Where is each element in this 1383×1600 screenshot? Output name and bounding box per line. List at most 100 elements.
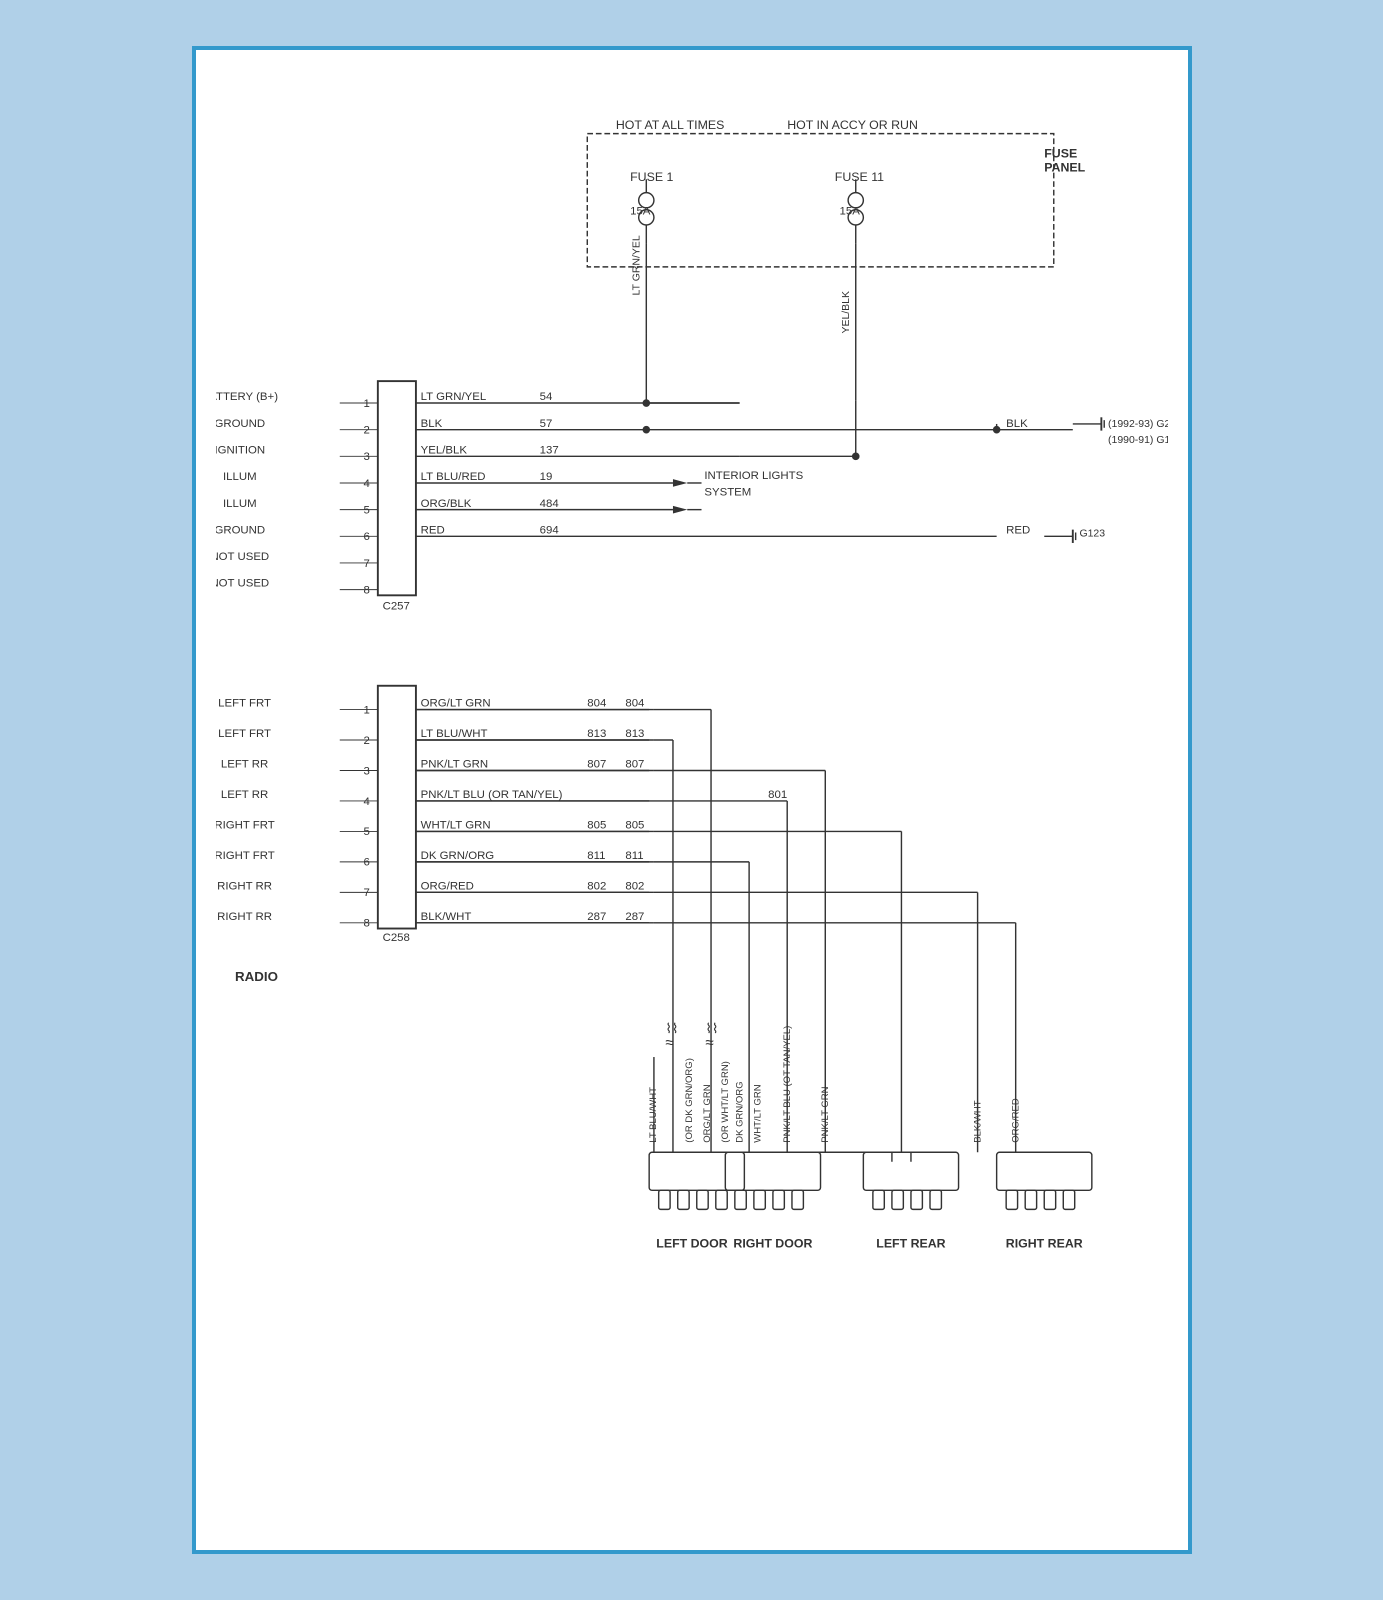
circuit-802: 802 <box>625 880 644 892</box>
func-leftfrt1: LEFT FRT <box>218 698 271 710</box>
lt-grn-yel-wire-label: LT GRN/YEL <box>631 235 642 295</box>
pin4-num: 4 <box>363 478 370 490</box>
wire-ltblured: LT BLU/RED <box>420 471 485 483</box>
circuit-137: 137 <box>539 444 558 456</box>
twist-left-door2: ≈ <box>705 1035 713 1052</box>
circuit-19: 19 <box>539 471 552 483</box>
leftrear-wire2-label: PNK/LT GRN <box>820 1086 831 1142</box>
c258-pin4: 4 <box>363 796 370 808</box>
circ801b: 801 <box>768 789 787 801</box>
leftdoor-wire4-label: (OR WHT/LT GRN) <box>720 1061 731 1143</box>
rightdoor-wire2-label: WHT/LT GRN <box>752 1084 763 1142</box>
circuit-57: 57 <box>539 418 552 430</box>
wire-whtltgrn: WHT/LT GRN <box>420 820 490 832</box>
circuit-804: 804 <box>625 698 645 710</box>
circuit-484: 484 <box>539 498 559 510</box>
circuit-813: 813 <box>625 728 644 740</box>
leftrear-wire1-label: PNK/LT BLU (OT TAN/YEL) <box>782 1026 793 1143</box>
wire-orgltgrn: ORG/LT GRN <box>420 698 490 710</box>
fuse11-label: FUSE 11 <box>834 170 883 184</box>
pin1-num: 1 <box>363 398 369 410</box>
circ811b: 811 <box>587 850 605 862</box>
circuit-807: 807 <box>625 759 644 771</box>
c258-pin7: 7 <box>363 887 369 899</box>
c257-label: C257 <box>382 601 409 613</box>
circuit-54: 54 <box>539 391 552 403</box>
radio-label: RADIO <box>235 969 278 984</box>
func-illum2: ILLUM <box>222 498 256 510</box>
func-ground1: GROUND <box>216 418 265 430</box>
wire-pnkltblu: PNK/LT BLU (OR TAN/YEL) <box>420 789 562 801</box>
func-leftrr2: LEFT RR <box>220 789 267 801</box>
circuit-694: 694 <box>539 524 559 536</box>
twist-left-door: ≈ <box>665 1035 673 1052</box>
interior-lights-label2: SYSTEM <box>704 486 751 498</box>
g123-label: G123 <box>1079 528 1105 539</box>
right-door-label: RIGHT DOOR <box>733 1236 812 1250</box>
pin5-num: 5 <box>363 504 369 516</box>
func-rightfrt2: RIGHT FRT <box>216 850 275 862</box>
c258-label: C258 <box>382 932 409 944</box>
circ804b: 804 <box>587 698 607 710</box>
wire-blkwht: BLK/WHT <box>420 911 471 923</box>
func-ground2: GROUND <box>216 524 265 536</box>
wire-ltgrnyel: LT GRN/YEL <box>420 391 486 403</box>
c258-pin3: 3 <box>363 765 369 777</box>
fuse-panel-label2: PANEL <box>1044 161 1085 175</box>
func-battery: BATTERY (B+) <box>216 391 278 403</box>
c258-pin6: 6 <box>363 857 369 869</box>
wire-dkgrnorg: DK GRN/ORG <box>420 850 494 862</box>
left-door-label: LEFT DOOR <box>656 1236 727 1250</box>
red-label-right: RED <box>1006 524 1030 536</box>
rightrear-wire2-label: ORG/RED <box>1010 1098 1021 1143</box>
diagram-container: HOT AT ALL TIMES HOT IN ACCY OR RUN FUSE… <box>216 70 1168 1530</box>
right-rear-label: RIGHT REAR <box>1005 1236 1082 1250</box>
circuit-287: 287 <box>625 911 644 923</box>
pin3-num: 3 <box>363 451 369 463</box>
blk-label-right: BLK <box>1006 418 1028 430</box>
fuse11-amp: 15A <box>839 206 860 218</box>
c258-pin5: 5 <box>363 826 369 838</box>
pin8-num: 8 <box>363 584 369 596</box>
circ287b: 287 <box>587 911 606 923</box>
c258-pin8: 8 <box>363 918 369 930</box>
leftdoor-wire3-label: ORG/LT GRN <box>702 1084 713 1142</box>
left-rear-label: LEFT REAR <box>876 1236 945 1250</box>
circ807b: 807 <box>587 759 606 771</box>
wire-red: RED <box>420 524 444 536</box>
hot-all-times-label: HOT AT ALL TIMES <box>615 118 724 132</box>
circ802b: 802 <box>587 880 606 892</box>
func-rightrr1: RIGHT RR <box>217 880 272 892</box>
pin6-num: 6 <box>363 531 369 543</box>
crossmark1: ⌇⌇ <box>665 1021 678 1036</box>
circ805b: 805 <box>587 820 606 832</box>
wire-pnkltgrn: PNK/LT GRN <box>420 759 487 771</box>
wire-blk: BLK <box>420 418 442 430</box>
rightdoor-wire1-label: DK GRN/ORG <box>734 1081 745 1142</box>
func-illum1: ILLUM <box>222 471 256 483</box>
yel-blk-wire-label: YEL/BLK <box>841 291 852 334</box>
interior-lights-label1: INTERIOR LIGHTS <box>704 470 803 482</box>
leftdoor-wire2-label: (OR DK GRN/ORG) <box>684 1058 695 1143</box>
func-leftfrt2: LEFT FRT <box>218 728 271 740</box>
rightrear-wire1-label: BLK/WHT <box>972 1100 983 1142</box>
func-notused2: NOT USED <box>216 578 269 590</box>
wire-orgblk: ORG/BLK <box>420 498 471 510</box>
g200-label: (1992-93) G200 <box>1108 419 1168 430</box>
c258-pin1: 1 <box>363 704 369 716</box>
func-leftrr1: LEFT RR <box>220 759 267 771</box>
crossmark2: ⌇⌇ <box>705 1021 718 1036</box>
wire-yelblk: YEL/BLK <box>420 444 467 456</box>
circuit-811: 811 <box>625 850 643 862</box>
wiring-diagram-svg: HOT AT ALL TIMES HOT IN ACCY OR RUN FUSE… <box>216 70 1168 1530</box>
circ813b: 813 <box>587 728 606 740</box>
fuse-panel-label: FUSE <box>1044 146 1077 160</box>
c258-pin2: 2 <box>363 735 369 747</box>
func-ignition: IGNITION <box>216 444 265 456</box>
wire-orgred: ORG/RED <box>420 880 473 892</box>
func-notused1: NOT USED <box>216 551 269 563</box>
fuse1-label: FUSE 1 <box>630 170 673 184</box>
g100-label: (1990-91) G100 <box>1108 435 1168 446</box>
outer-border: HOT AT ALL TIMES HOT IN ACCY OR RUN FUSE… <box>192 46 1192 1554</box>
hot-accy-run-label: HOT IN ACCY OR RUN <box>787 118 918 132</box>
